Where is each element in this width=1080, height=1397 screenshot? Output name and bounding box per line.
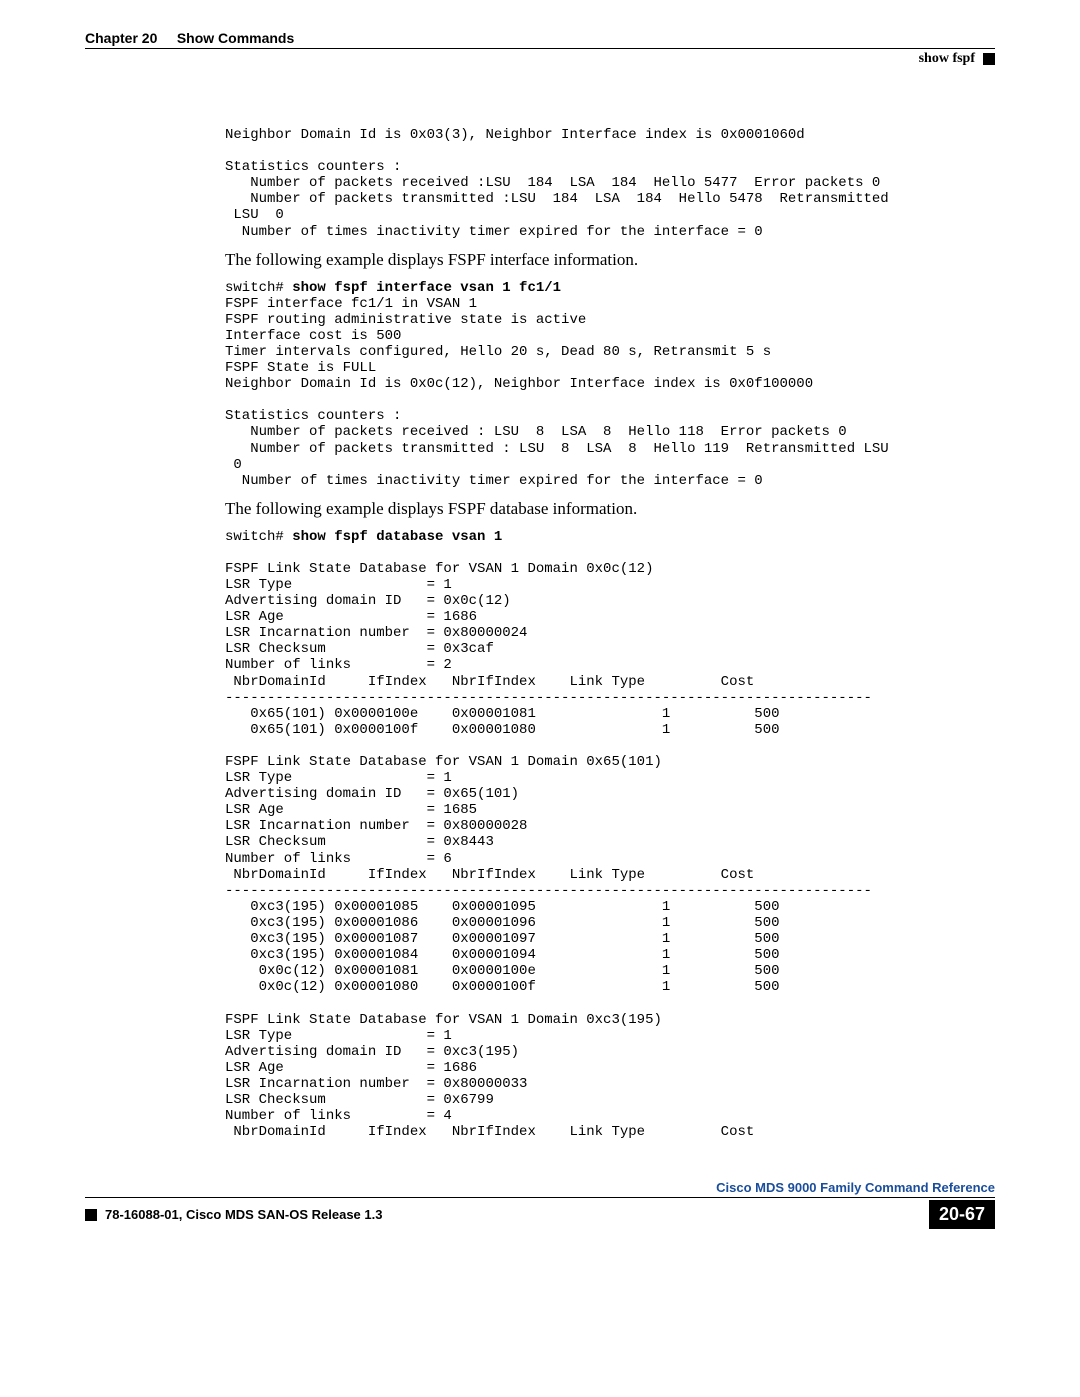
section-marker-icon	[983, 53, 995, 65]
cli-prompt: switch#	[225, 280, 292, 296]
page-number: 20-67	[929, 1200, 995, 1229]
content-area: Neighbor Domain Id is 0x03(3), Neighbor …	[225, 127, 995, 1140]
cli-output-neighbor: Neighbor Domain Id is 0x03(3), Neighbor …	[225, 127, 995, 240]
body-text-interface: The following example displays FSPF inte…	[225, 250, 995, 270]
cli-prompt: switch#	[225, 529, 292, 545]
chapter-title: Show Commands	[177, 30, 294, 46]
cli-command-interface: switch# show fspf interface vsan 1 fc1/1	[225, 280, 995, 296]
footer-marker-icon	[85, 1209, 97, 1221]
page-footer: Cisco MDS 9000 Family Command Reference …	[85, 1180, 995, 1229]
footer-rule	[85, 1197, 995, 1198]
cli-output-database: FSPF Link State Database for VSAN 1 Doma…	[225, 545, 995, 1140]
footer-docid: 78-16088-01, Cisco MDS SAN-OS Release 1.…	[105, 1207, 382, 1222]
body-text-database: The following example displays FSPF data…	[225, 499, 995, 519]
page-header: Chapter 20 Show Commands	[85, 30, 995, 46]
section-title: show fspf	[919, 51, 975, 67]
cli-output-interface: FSPF interface fc1/1 in VSAN 1 FSPF rout…	[225, 296, 995, 489]
cli-command-text: show fspf database vsan 1	[292, 529, 502, 545]
chapter-number: Chapter 20	[85, 30, 157, 46]
cli-command-database: switch# show fspf database vsan 1	[225, 529, 995, 545]
footer-product: Cisco MDS 9000 Family Command Reference	[85, 1180, 995, 1195]
cli-command-text: show fspf interface vsan 1 fc1/1	[292, 280, 561, 296]
